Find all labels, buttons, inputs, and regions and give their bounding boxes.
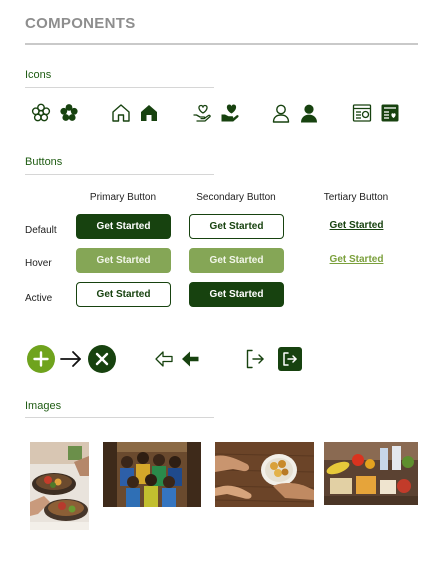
hands-sharing-food-image: [215, 442, 314, 507]
flower-outline-icon[interactable]: [31, 103, 51, 123]
news-outline-icon[interactable]: [352, 103, 372, 123]
primary-button-hover[interactable]: Get Started: [76, 248, 171, 273]
section-divider: [25, 174, 214, 175]
section-label-images: Images: [25, 400, 62, 412]
tertiary-button-default[interactable]: Get Started: [309, 220, 404, 231]
section-label-buttons: Buttons: [25, 156, 63, 168]
flower-filled-icon[interactable]: [59, 103, 79, 123]
row-label-hover: Hover: [25, 258, 52, 269]
home-outline-icon[interactable]: [111, 103, 131, 123]
heart-hand-filled-icon[interactable]: [220, 103, 240, 123]
arrow-right-icon[interactable]: [59, 349, 83, 369]
column-header-tertiary: Tertiary Button: [323, 192, 389, 203]
groceries-image: [324, 442, 418, 505]
food-bowls-image: [30, 442, 89, 530]
plus-circle-icon[interactable]: [27, 345, 55, 373]
row-label-default: Default: [25, 225, 57, 236]
secondary-button-hover[interactable]: Get Started: [189, 248, 284, 273]
primary-button-active[interactable]: Get Started: [76, 282, 171, 307]
page-title: COMPONENTS: [25, 15, 136, 32]
logout-outline-icon[interactable]: [245, 348, 267, 370]
secondary-button-default[interactable]: Get Started: [189, 214, 284, 239]
section-divider: [25, 87, 214, 88]
column-header-secondary: Secondary Button: [196, 192, 276, 203]
arrow-left-filled-icon[interactable]: [180, 349, 200, 369]
logout-filled-icon[interactable]: [278, 347, 302, 371]
section-label-icons: Icons: [25, 69, 52, 81]
heart-hand-outline-icon[interactable]: [192, 103, 212, 123]
secondary-button-active[interactable]: Get Started: [189, 282, 284, 307]
section-divider: [25, 417, 214, 418]
row-label-active: Active: [25, 293, 53, 304]
tertiary-button-hover[interactable]: Get Started: [309, 254, 404, 265]
primary-button-default[interactable]: Get Started: [76, 214, 171, 239]
home-filled-icon[interactable]: [139, 103, 159, 123]
user-outline-icon[interactable]: [271, 103, 291, 123]
title-divider: [25, 43, 418, 45]
close-circle-icon[interactable]: [88, 345, 116, 373]
news-filled-icon[interactable]: [380, 103, 400, 123]
arrow-left-outline-icon[interactable]: [154, 349, 174, 369]
user-filled-icon[interactable]: [299, 103, 319, 123]
children-group-image: [103, 442, 201, 507]
column-header-primary: Primary Button: [89, 192, 157, 203]
